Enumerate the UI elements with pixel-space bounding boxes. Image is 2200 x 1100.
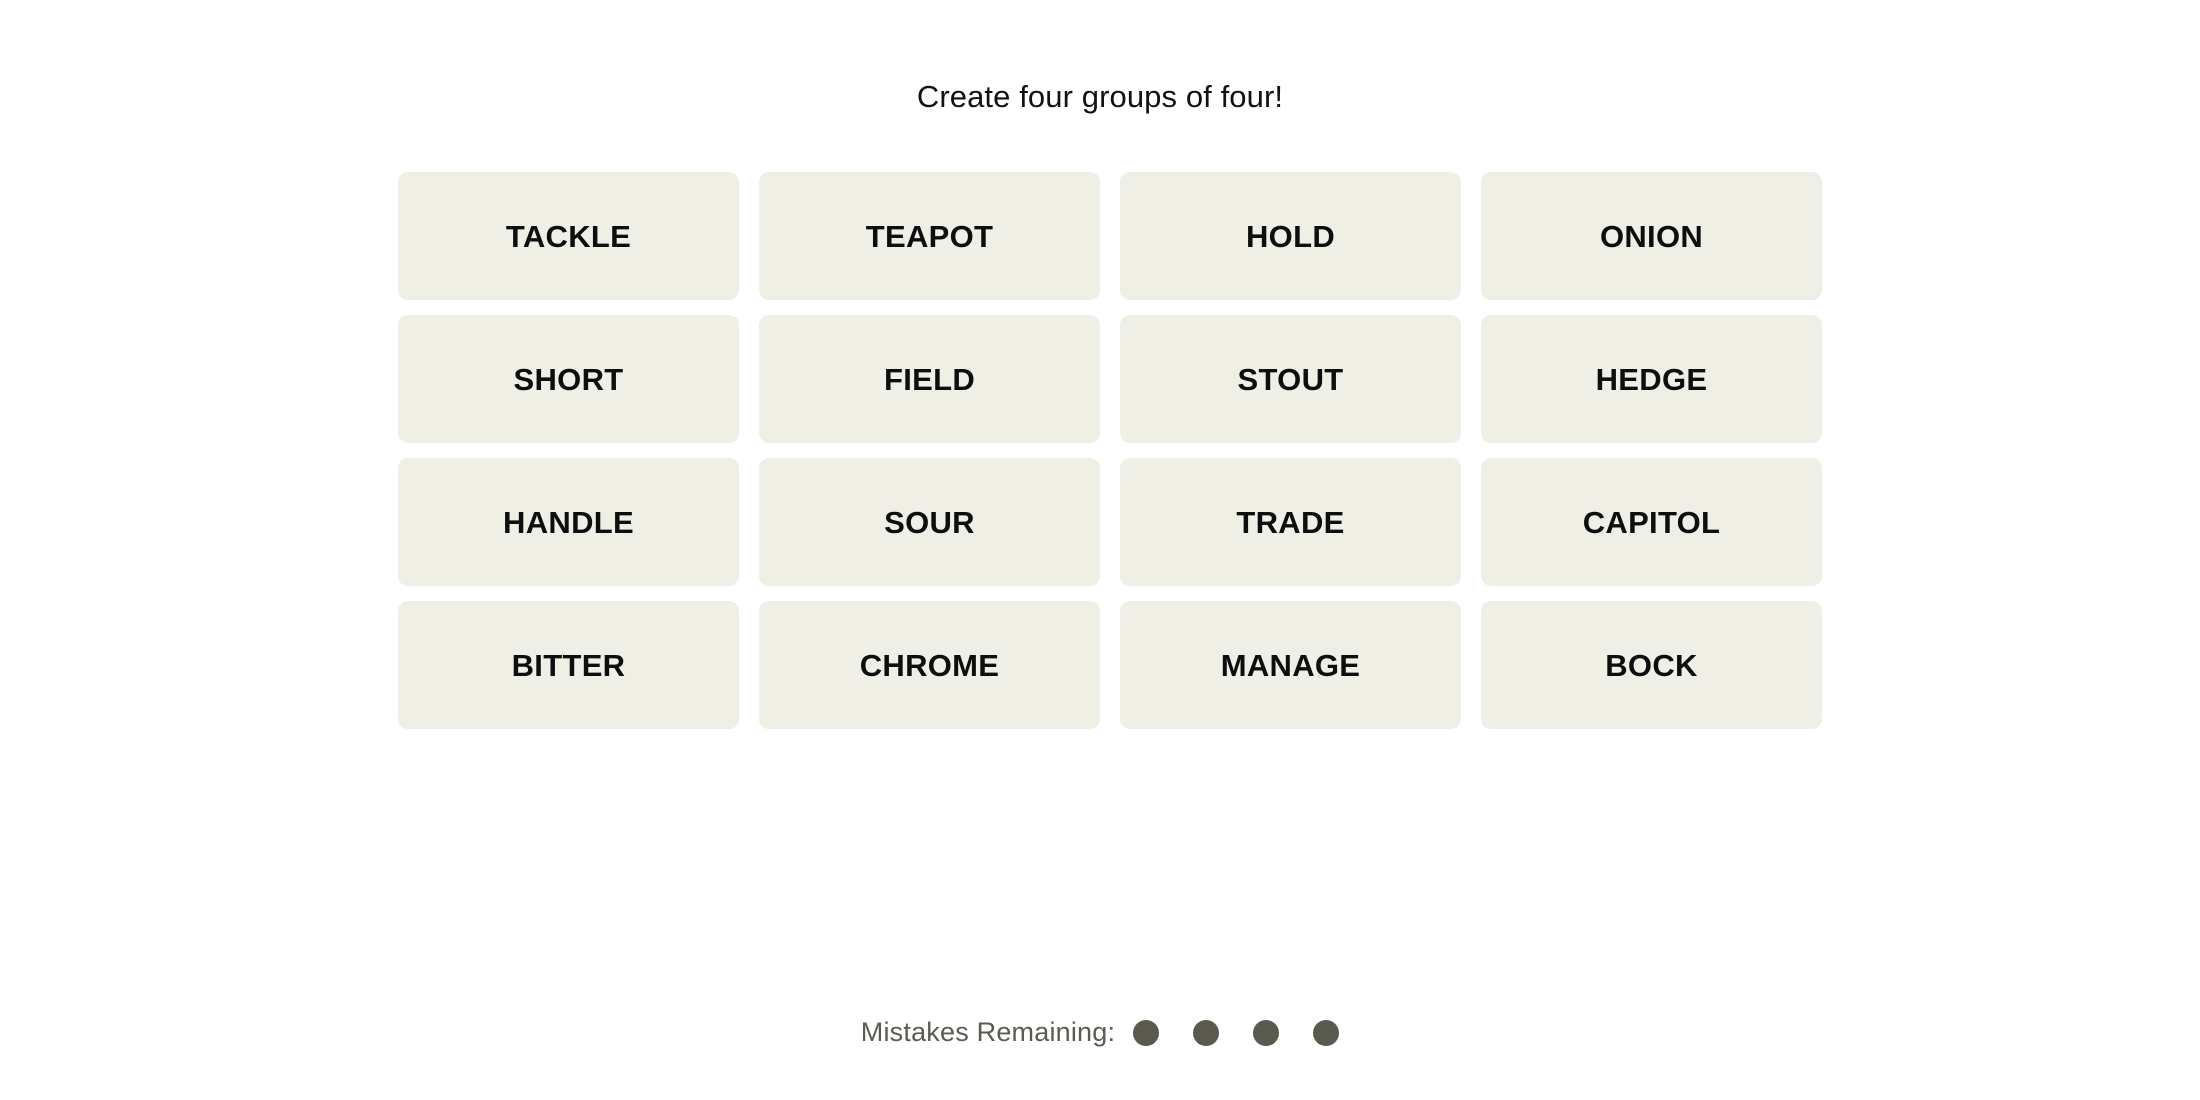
mistakes-remaining-bar: Mistakes Remaining:: [0, 1019, 2200, 1046]
word-tile[interactable]: BITTER: [398, 601, 739, 729]
word-tile-label: MANAGE: [1220, 647, 1361, 683]
page-title: Create four groups of four!: [916, 79, 1284, 114]
word-tile-label: TRADE: [1236, 504, 1345, 540]
word-tile-label: FIELD: [883, 361, 976, 397]
word-tile-label: SOUR: [884, 504, 975, 540]
word-tile[interactable]: TRADE: [1120, 458, 1461, 586]
word-tile[interactable]: HEDGE: [1481, 315, 1822, 443]
word-tile[interactable]: STOUT: [1120, 315, 1461, 443]
word-tile[interactable]: BOCK: [1481, 601, 1822, 729]
word-tile-label: BITTER: [511, 647, 626, 683]
mistake-dot-icon: [1193, 1019, 1220, 1046]
word-tile[interactable]: ONION: [1481, 172, 1822, 300]
word-tile-label: ONION: [1599, 218, 1704, 254]
word-tile[interactable]: CHROME: [759, 601, 1100, 729]
word-tile[interactable]: TACKLE: [398, 172, 739, 300]
mistake-dot-icon: [1133, 1019, 1160, 1046]
connections-game: Create four groups of four! TACKLE TEAPOT…: [0, 0, 2200, 1100]
word-tile-grid: TACKLE TEAPOT HOLD ONION SHORT FIELD STOUT HEDG…: [398, 172, 1822, 729]
word-tile-label: CAPITOL: [1582, 504, 1721, 540]
word-tile[interactable]: SHORT: [398, 315, 739, 443]
word-tile-label: TACKLE: [505, 218, 632, 254]
mistake-dot-icon: [1313, 1019, 1340, 1046]
word-tile[interactable]: TEAPOT: [759, 172, 1100, 300]
word-tile[interactable]: HOLD: [1120, 172, 1461, 300]
word-tile-label: STOUT: [1237, 361, 1344, 397]
word-tile-label: CHROME: [859, 647, 1000, 683]
word-tile-label: BOCK: [1605, 647, 1698, 683]
word-tile[interactable]: SOUR: [759, 458, 1100, 586]
word-tile[interactable]: CAPITOL: [1481, 458, 1822, 586]
word-tile[interactable]: MANAGE: [1120, 601, 1461, 729]
word-tile-label: HEDGE: [1595, 361, 1708, 397]
mistakes-dots-row: [1133, 1019, 1340, 1046]
word-tile[interactable]: HANDLE: [398, 458, 739, 586]
word-tile-label: HOLD: [1245, 218, 1336, 254]
mistakes-remaining-label: Mistakes Remaining:: [860, 1017, 1116, 1047]
word-tile-label: TEAPOT: [865, 218, 994, 254]
mistake-dot-icon: [1253, 1019, 1280, 1046]
word-tile-label: SHORT: [513, 361, 624, 397]
word-tile-label: HANDLE: [503, 504, 634, 540]
word-tile[interactable]: FIELD: [759, 315, 1100, 443]
